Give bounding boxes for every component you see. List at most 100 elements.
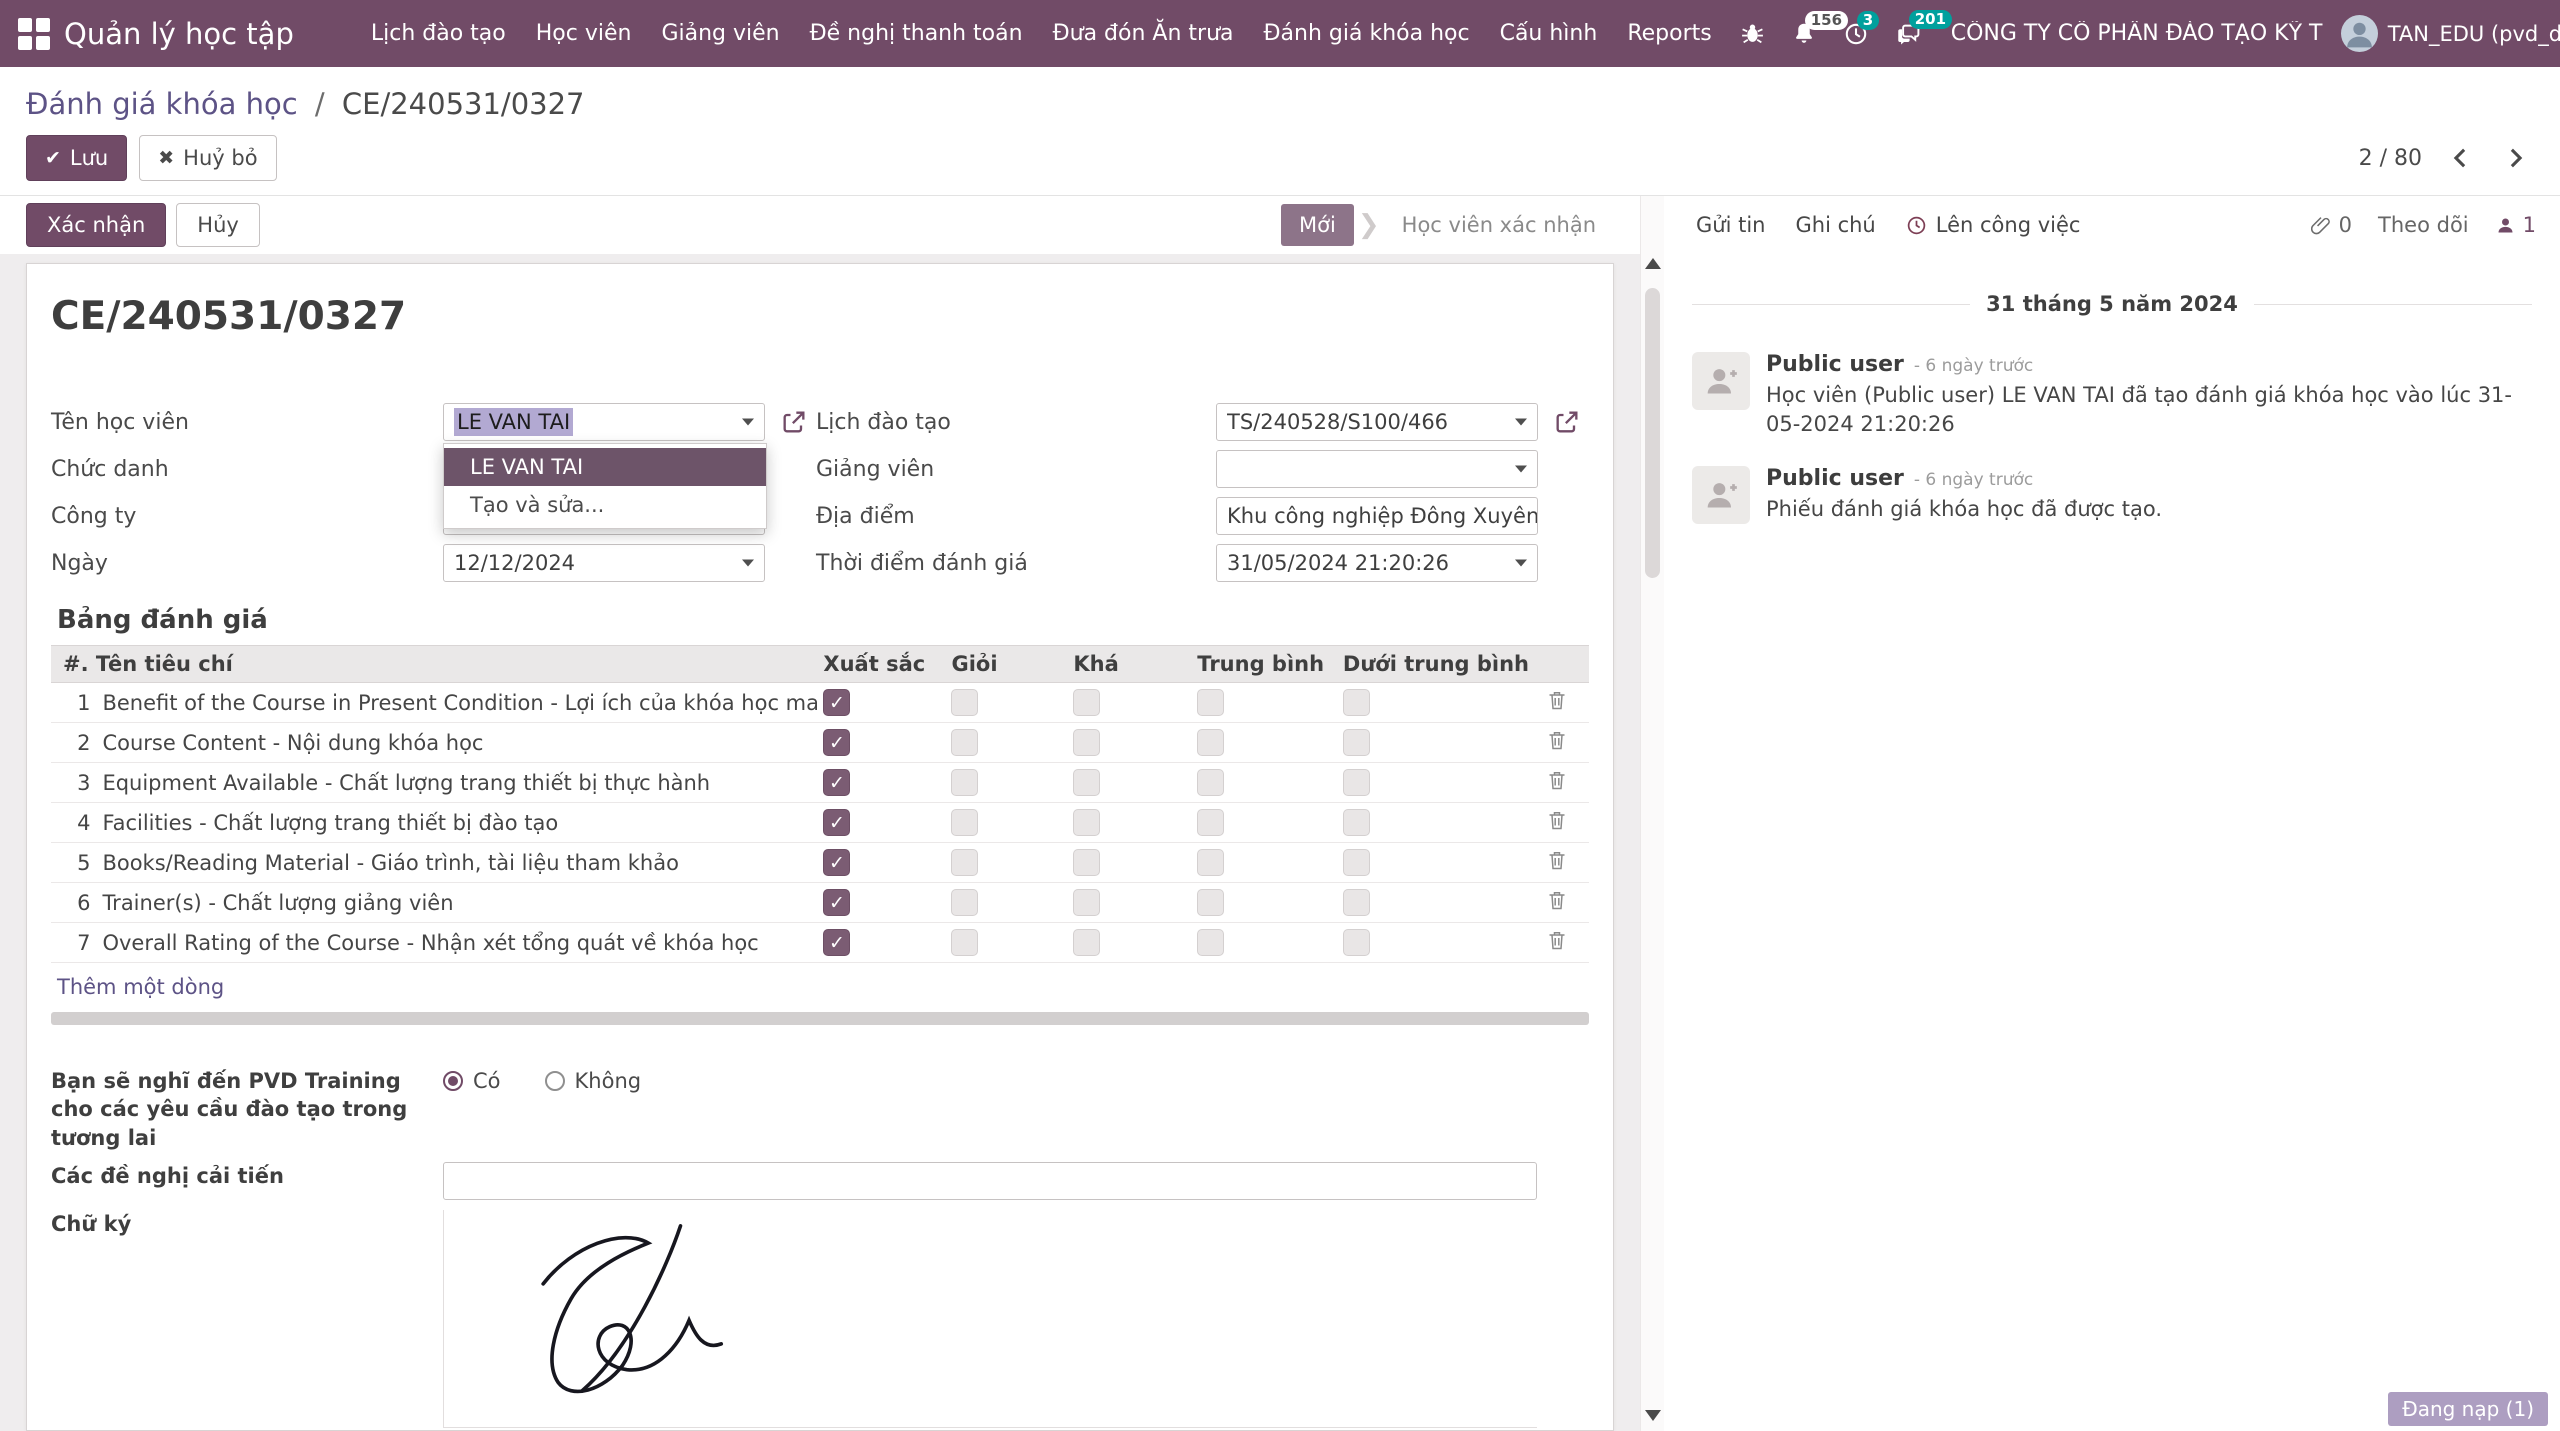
nav-item-trainers[interactable]: Giảng viên: [646, 0, 794, 67]
date-select[interactable]: 12/12/2024: [443, 544, 765, 582]
nav-item-students[interactable]: Học viên: [521, 0, 647, 67]
criteria-name[interactable]: Equipment Available - Chất lượng trang t…: [96, 763, 817, 803]
stage-student-confirmed[interactable]: Học viên xác nhận: [1384, 204, 1614, 246]
rating-checkbox-good[interactable]: [951, 809, 978, 836]
criteria-name[interactable]: Course Content - Nội dung khóa học: [96, 723, 817, 763]
criteria-name[interactable]: Books/Reading Material - Giáo trình, tài…: [96, 843, 817, 883]
rating-checkbox-fair[interactable]: [1073, 689, 1100, 716]
followers-button[interactable]: 1: [2495, 213, 2536, 237]
column-header-good[interactable]: Giỏi: [945, 646, 1067, 683]
rating-checkbox-excellent[interactable]: [823, 889, 850, 916]
rating-checkbox-below-average[interactable]: [1343, 929, 1370, 956]
trash-icon[interactable]: [1545, 728, 1569, 752]
column-header-fair[interactable]: Khá: [1067, 646, 1191, 683]
rating-checkbox-fair[interactable]: [1073, 729, 1100, 756]
column-header-average[interactable]: Trung bình: [1191, 646, 1337, 683]
trash-icon[interactable]: [1545, 768, 1569, 792]
improvements-input[interactable]: [443, 1162, 1537, 1200]
rating-checkbox-below-average[interactable]: [1343, 849, 1370, 876]
discard-button[interactable]: ✖ Huỷ bỏ: [139, 135, 276, 181]
scroll-up-icon[interactable]: [1641, 258, 1664, 269]
criteria-name[interactable]: Benefit of the Course in Present Conditi…: [96, 683, 817, 723]
messages-chat-icon[interactable]: 201: [1895, 20, 1922, 47]
user-avatar[interactable]: [2341, 15, 2378, 52]
column-header-excellent[interactable]: Xuất sắc: [817, 646, 945, 683]
rating-checkbox-fair[interactable]: [1073, 849, 1100, 876]
rating-checkbox-excellent[interactable]: [823, 689, 850, 716]
rating-checkbox-good[interactable]: [951, 889, 978, 916]
apps-menu-icon[interactable]: [18, 17, 50, 51]
rating-checkbox-below-average[interactable]: [1343, 769, 1370, 796]
table-row[interactable]: 1 Benefit of the Course in Present Condi…: [51, 683, 1589, 723]
rating-checkbox-excellent[interactable]: [823, 729, 850, 756]
signature-area[interactable]: [443, 1210, 1537, 1428]
rating-checkbox-average[interactable]: [1197, 809, 1224, 836]
rating-checkbox-good[interactable]: [951, 929, 978, 956]
dropdown-option-student[interactable]: LE VAN TAI: [444, 448, 766, 486]
criteria-name[interactable]: Trainer(s) - Chất lượng giảng viên: [96, 883, 817, 923]
external-link-icon[interactable]: [1551, 407, 1582, 438]
rating-checkbox-good[interactable]: [951, 769, 978, 796]
cancel-button[interactable]: Hủy: [176, 203, 260, 247]
rating-checkbox-fair[interactable]: [1073, 769, 1100, 796]
notifications-bell-icon[interactable]: 156: [1791, 21, 1817, 47]
pager-previous-button[interactable]: [2442, 143, 2478, 173]
rating-checkbox-average[interactable]: [1197, 849, 1224, 876]
schedule-select[interactable]: TS/240528/S100/466: [1216, 403, 1538, 441]
trash-icon[interactable]: [1545, 848, 1569, 872]
stage-new[interactable]: Mới: [1281, 204, 1354, 246]
debug-bug-icon[interactable]: [1740, 21, 1765, 46]
nav-item-payment-requests[interactable]: Đề nghị thanh toán: [795, 0, 1038, 67]
confirm-button[interactable]: Xác nhận: [26, 203, 166, 247]
attachments-button[interactable]: 0: [2311, 213, 2352, 237]
table-row[interactable]: 6 Trainer(s) - Chất lượng giảng viên: [51, 883, 1589, 923]
trash-icon[interactable]: [1545, 688, 1569, 712]
rating-checkbox-excellent[interactable]: [823, 769, 850, 796]
dropdown-option-create-edit[interactable]: Tạo và sửa...: [444, 486, 766, 524]
rating-checkbox-below-average[interactable]: [1343, 889, 1370, 916]
nav-item-reports[interactable]: Reports: [1612, 0, 1726, 67]
rating-checkbox-good[interactable]: [951, 729, 978, 756]
rating-checkbox-good[interactable]: [951, 689, 978, 716]
message-author[interactable]: Public user: [1766, 466, 1904, 491]
rating-checkbox-fair[interactable]: [1073, 929, 1100, 956]
add-line-link[interactable]: Thêm một dòng: [57, 975, 224, 999]
rating-checkbox-below-average[interactable]: [1343, 729, 1370, 756]
table-row[interactable]: 7 Overall Rating of the Course - Nhận xé…: [51, 923, 1589, 963]
save-button[interactable]: ✔ Lưu: [26, 135, 127, 181]
rating-checkbox-fair[interactable]: [1073, 889, 1100, 916]
scrollbar-thumb[interactable]: [1645, 288, 1660, 578]
rating-checkbox-excellent[interactable]: [823, 849, 850, 876]
chatter-message[interactable]: Public user - 6 ngày trước Học viên (Pub…: [1664, 342, 2560, 456]
chatter-message[interactable]: Public user - 6 ngày trước Phiếu đánh gi…: [1664, 456, 2560, 540]
location-input[interactable]: Khu công nghiệp Đông Xuyên, đườn: [1216, 497, 1538, 535]
rating-checkbox-below-average[interactable]: [1343, 809, 1370, 836]
rating-checkbox-fair[interactable]: [1073, 809, 1100, 836]
student-select[interactable]: LE VAN TAI LE VAN TAI Tạo và sửa...: [443, 403, 765, 441]
radio-yes[interactable]: Có: [443, 1069, 501, 1093]
rating-checkbox-average[interactable]: [1197, 689, 1224, 716]
rating-checkbox-excellent[interactable]: [823, 929, 850, 956]
app-brand[interactable]: Quản lý học tập: [64, 17, 294, 51]
rating-checkbox-average[interactable]: [1197, 729, 1224, 756]
trash-icon[interactable]: [1545, 888, 1569, 912]
pager-next-button[interactable]: [2498, 143, 2534, 173]
criteria-name[interactable]: Overall Rating of the Course - Nhận xét …: [96, 923, 817, 963]
criteria-name[interactable]: Facilities - Chất lượng trang thiết bị đ…: [96, 803, 817, 843]
breadcrumb-parent-link[interactable]: Đánh giá khóa học: [26, 87, 298, 121]
rating-checkbox-excellent[interactable]: [823, 809, 850, 836]
radio-no[interactable]: Không: [545, 1069, 642, 1093]
table-row[interactable]: 5 Books/Reading Material - Giáo trình, t…: [51, 843, 1589, 883]
trainer-select[interactable]: [1216, 450, 1538, 488]
nav-item-shuttle-lunch[interactable]: Đưa đón Ăn trưa: [1038, 0, 1249, 67]
column-header-below-average[interactable]: Dưới trung bình: [1337, 646, 1539, 683]
schedule-activity-button[interactable]: Lên công việc: [1906, 213, 2081, 237]
trash-icon[interactable]: [1545, 808, 1569, 832]
activities-clock-icon[interactable]: 3: [1843, 21, 1869, 47]
nav-item-course-evaluation[interactable]: Đánh giá khóa học: [1249, 0, 1485, 67]
rating-checkbox-good[interactable]: [951, 849, 978, 876]
table-row[interactable]: 4 Facilities - Chất lượng trang thiết bị…: [51, 803, 1589, 843]
form-vertical-scrollbar[interactable]: [1640, 196, 1664, 1431]
nav-item-configuration[interactable]: Cấu hình: [1485, 0, 1613, 67]
external-link-icon[interactable]: [778, 407, 809, 438]
